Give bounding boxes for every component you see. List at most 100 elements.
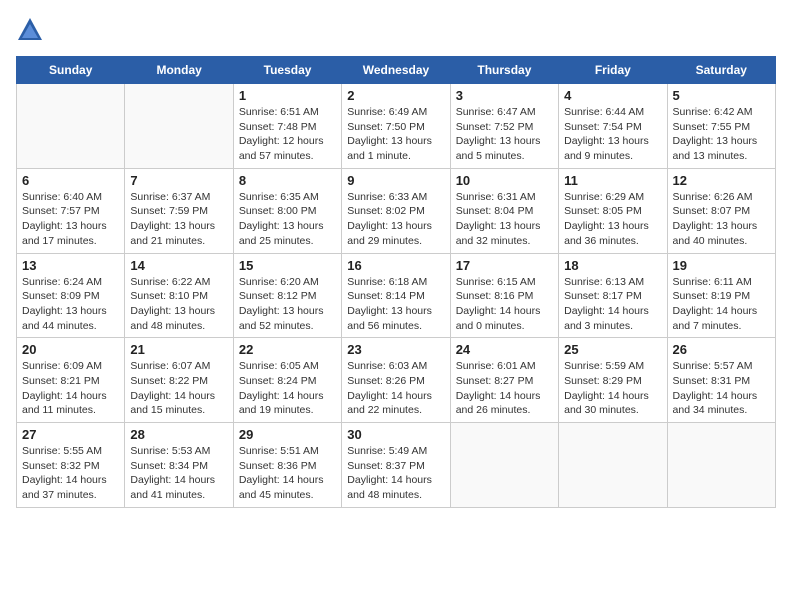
calendar-cell: 30Sunrise: 5:49 AM Sunset: 8:37 PM Dayli…	[342, 423, 450, 508]
day-info: Sunrise: 5:55 AM Sunset: 8:32 PM Dayligh…	[22, 444, 119, 503]
day-number: 29	[239, 427, 336, 442]
day-number: 1	[239, 88, 336, 103]
calendar-cell: 12 Sunrise: 6:26 AM Sunset: 8:07 PM Dayli…	[667, 168, 775, 253]
day-number: 11	[564, 173, 661, 188]
day-info: Sunrise: 6:03 AM Sunset: 8:26 PM Dayligh…	[347, 359, 444, 418]
calendar-cell: 13 Sunrise: 6:24 AM Sunset: 8:09 PM Dayli…	[17, 253, 125, 338]
day-info: Sunrise: 6:11 AM Sunset: 8:19 PM Dayligh…	[673, 275, 770, 334]
day-number: 6	[22, 173, 119, 188]
calendar-cell: 29 Sunrise: 5:51 AM Sunset: 8:36 PM Dayli…	[233, 423, 341, 508]
day-info: Sunrise: 6:47 AM Sunset: 7:52 PM Dayligh…	[456, 105, 553, 164]
day-header-saturday: Saturday	[667, 57, 775, 84]
day-info: Sunrise: 6:31 AM Sunset: 8:04 PM Dayligh…	[456, 190, 553, 249]
calendar-week-5: 27 Sunrise: 5:55 AM Sunset: 8:32 PM Dayli…	[17, 423, 776, 508]
calendar-cell	[125, 84, 233, 169]
day-info: Sunrise: 6:09 AM Sunset: 8:21 PM Dayligh…	[22, 359, 119, 418]
calendar-cell: 9 Sunrise: 6:33 AM Sunset: 8:02 PM Daylig…	[342, 168, 450, 253]
calendar-cell: 15 Sunrise: 6:20 AM Sunset: 8:12 PM Dayli…	[233, 253, 341, 338]
calendar-header-row: SundayMondayTuesdayWednesdayThursdayFrid…	[17, 57, 776, 84]
day-info: Sunrise: 6:01 AM Sunset: 8:27 PM Dayligh…	[456, 359, 553, 418]
day-header-sunday: Sunday	[17, 57, 125, 84]
calendar-cell: 18 Sunrise: 6:13 AM Sunset: 8:17 PM Dayli…	[559, 253, 667, 338]
day-info: Sunrise: 5:59 AM Sunset: 8:29 PM Dayligh…	[564, 359, 661, 418]
calendar-cell	[559, 423, 667, 508]
calendar-cell: 8 Sunrise: 6:35 AM Sunset: 8:00 PM Daylig…	[233, 168, 341, 253]
logo	[16, 16, 48, 44]
day-number: 21	[130, 342, 227, 357]
day-number: 17	[456, 258, 553, 273]
calendar-cell: 23 Sunrise: 6:03 AM Sunset: 8:26 PM Dayli…	[342, 338, 450, 423]
day-number: 3	[456, 88, 553, 103]
calendar-cell	[450, 423, 558, 508]
day-number: 18	[564, 258, 661, 273]
day-info: Sunrise: 6:37 AM Sunset: 7:59 PM Dayligh…	[130, 190, 227, 249]
day-header-thursday: Thursday	[450, 57, 558, 84]
day-info: Sunrise: 6:13 AM Sunset: 8:17 PM Dayligh…	[564, 275, 661, 334]
day-info: Sunrise: 6:44 AM Sunset: 7:54 PM Dayligh…	[564, 105, 661, 164]
day-number: 8	[239, 173, 336, 188]
calendar-cell: 20 Sunrise: 6:09 AM Sunset: 8:21 PM Dayli…	[17, 338, 125, 423]
day-number: 20	[22, 342, 119, 357]
day-header-monday: Monday	[125, 57, 233, 84]
day-number: 28	[130, 427, 227, 442]
calendar-table: SundayMondayTuesdayWednesdayThursdayFrid…	[16, 56, 776, 508]
day-info: Sunrise: 6:22 AM Sunset: 8:10 PM Dayligh…	[130, 275, 227, 334]
calendar-cell: 21 Sunrise: 6:07 AM Sunset: 8:22 PM Dayli…	[125, 338, 233, 423]
calendar-cell: 25 Sunrise: 5:59 AM Sunset: 8:29 PM Dayli…	[559, 338, 667, 423]
calendar-week-4: 20 Sunrise: 6:09 AM Sunset: 8:21 PM Dayli…	[17, 338, 776, 423]
calendar-cell: 26Sunrise: 5:57 AM Sunset: 8:31 PM Dayli…	[667, 338, 775, 423]
calendar-cell	[17, 84, 125, 169]
calendar-week-2: 6 Sunrise: 6:40 AM Sunset: 7:57 PM Daylig…	[17, 168, 776, 253]
day-number: 23	[347, 342, 444, 357]
day-info: Sunrise: 6:05 AM Sunset: 8:24 PM Dayligh…	[239, 359, 336, 418]
day-info: Sunrise: 5:53 AM Sunset: 8:34 PM Dayligh…	[130, 444, 227, 503]
day-info: Sunrise: 6:18 AM Sunset: 8:14 PM Dayligh…	[347, 275, 444, 334]
day-info: Sunrise: 6:20 AM Sunset: 8:12 PM Dayligh…	[239, 275, 336, 334]
day-number: 9	[347, 173, 444, 188]
day-number: 5	[673, 88, 770, 103]
day-info: Sunrise: 6:51 AM Sunset: 7:48 PM Dayligh…	[239, 105, 336, 164]
day-info: Sunrise: 6:15 AM Sunset: 8:16 PM Dayligh…	[456, 275, 553, 334]
day-header-tuesday: Tuesday	[233, 57, 341, 84]
day-number: 16	[347, 258, 444, 273]
calendar-cell: 10Sunrise: 6:31 AM Sunset: 8:04 PM Dayli…	[450, 168, 558, 253]
calendar-cell: 2 Sunrise: 6:49 AM Sunset: 7:50 PM Daylig…	[342, 84, 450, 169]
day-number: 13	[22, 258, 119, 273]
calendar-week-1: 1 Sunrise: 6:51 AM Sunset: 7:48 PM Daylig…	[17, 84, 776, 169]
day-number: 19	[673, 258, 770, 273]
calendar-cell: 19 Sunrise: 6:11 AM Sunset: 8:19 PM Dayli…	[667, 253, 775, 338]
day-number: 27	[22, 427, 119, 442]
calendar-cell: 5Sunrise: 6:42 AM Sunset: 7:55 PM Daylig…	[667, 84, 775, 169]
day-number: 24	[456, 342, 553, 357]
page-header	[16, 16, 776, 44]
day-number: 26	[673, 342, 770, 357]
calendar-cell: 14 Sunrise: 6:22 AM Sunset: 8:10 PM Dayli…	[125, 253, 233, 338]
day-info: Sunrise: 6:24 AM Sunset: 8:09 PM Dayligh…	[22, 275, 119, 334]
day-info: Sunrise: 6:35 AM Sunset: 8:00 PM Dayligh…	[239, 190, 336, 249]
day-number: 15	[239, 258, 336, 273]
day-number: 2	[347, 88, 444, 103]
day-number: 25	[564, 342, 661, 357]
day-info: Sunrise: 6:33 AM Sunset: 8:02 PM Dayligh…	[347, 190, 444, 249]
day-info: Sunrise: 6:49 AM Sunset: 7:50 PM Dayligh…	[347, 105, 444, 164]
day-info: Sunrise: 6:40 AM Sunset: 7:57 PM Dayligh…	[22, 190, 119, 249]
day-number: 7	[130, 173, 227, 188]
calendar-cell: 11 Sunrise: 6:29 AM Sunset: 8:05 PM Dayli…	[559, 168, 667, 253]
day-number: 14	[130, 258, 227, 273]
calendar-cell	[667, 423, 775, 508]
day-number: 12	[673, 173, 770, 188]
calendar-cell: 27 Sunrise: 5:55 AM Sunset: 8:32 PM Dayli…	[17, 423, 125, 508]
calendar-cell: 16 Sunrise: 6:18 AM Sunset: 8:14 PM Dayli…	[342, 253, 450, 338]
calendar-cell: 7 Sunrise: 6:37 AM Sunset: 7:59 PM Daylig…	[125, 168, 233, 253]
calendar-cell: 4Sunrise: 6:44 AM Sunset: 7:54 PM Daylig…	[559, 84, 667, 169]
day-info: Sunrise: 6:26 AM Sunset: 8:07 PM Dayligh…	[673, 190, 770, 249]
calendar-cell: 6 Sunrise: 6:40 AM Sunset: 7:57 PM Daylig…	[17, 168, 125, 253]
day-number: 30	[347, 427, 444, 442]
day-info: Sunrise: 6:29 AM Sunset: 8:05 PM Dayligh…	[564, 190, 661, 249]
calendar-week-3: 13 Sunrise: 6:24 AM Sunset: 8:09 PM Dayli…	[17, 253, 776, 338]
day-header-wednesday: Wednesday	[342, 57, 450, 84]
logo-icon	[16, 16, 44, 44]
day-info: Sunrise: 6:07 AM Sunset: 8:22 PM Dayligh…	[130, 359, 227, 418]
day-info: Sunrise: 5:51 AM Sunset: 8:36 PM Dayligh…	[239, 444, 336, 503]
day-header-friday: Friday	[559, 57, 667, 84]
